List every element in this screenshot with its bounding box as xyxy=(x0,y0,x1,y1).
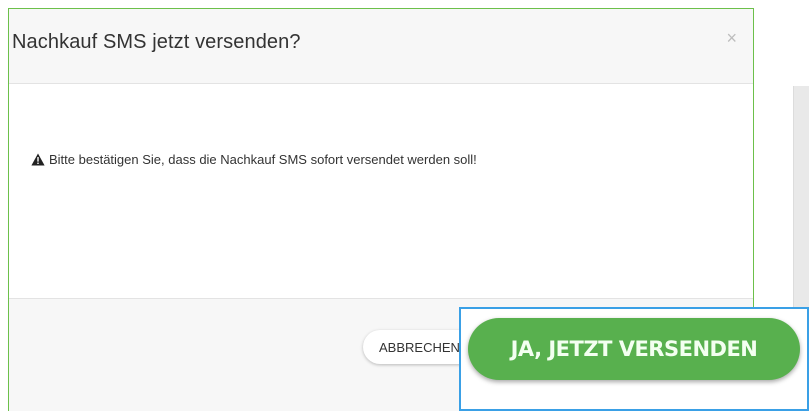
dialog-body: Bitte bestätigen Sie, dass die Nachkauf … xyxy=(9,84,753,298)
close-icon[interactable]: × xyxy=(726,29,737,47)
confirm-button-zoom-inset: JA, JETZT VERSENDEN xyxy=(459,307,809,411)
warning-message-row: Bitte bestätigen Sie, dass die Nachkauf … xyxy=(31,152,477,167)
warning-triangle-icon xyxy=(31,153,45,166)
screen: Nachkauf SMS jetzt versenden? × Bitte be… xyxy=(0,0,809,411)
confirm-send-button[interactable]: JA, JETZT VERSENDEN xyxy=(468,318,800,380)
dialog-header: Nachkauf SMS jetzt versenden? × xyxy=(9,9,753,84)
warning-message-text: Bitte bestätigen Sie, dass die Nachkauf … xyxy=(49,152,477,167)
dialog-title: Nachkauf SMS jetzt versenden? xyxy=(12,31,301,53)
